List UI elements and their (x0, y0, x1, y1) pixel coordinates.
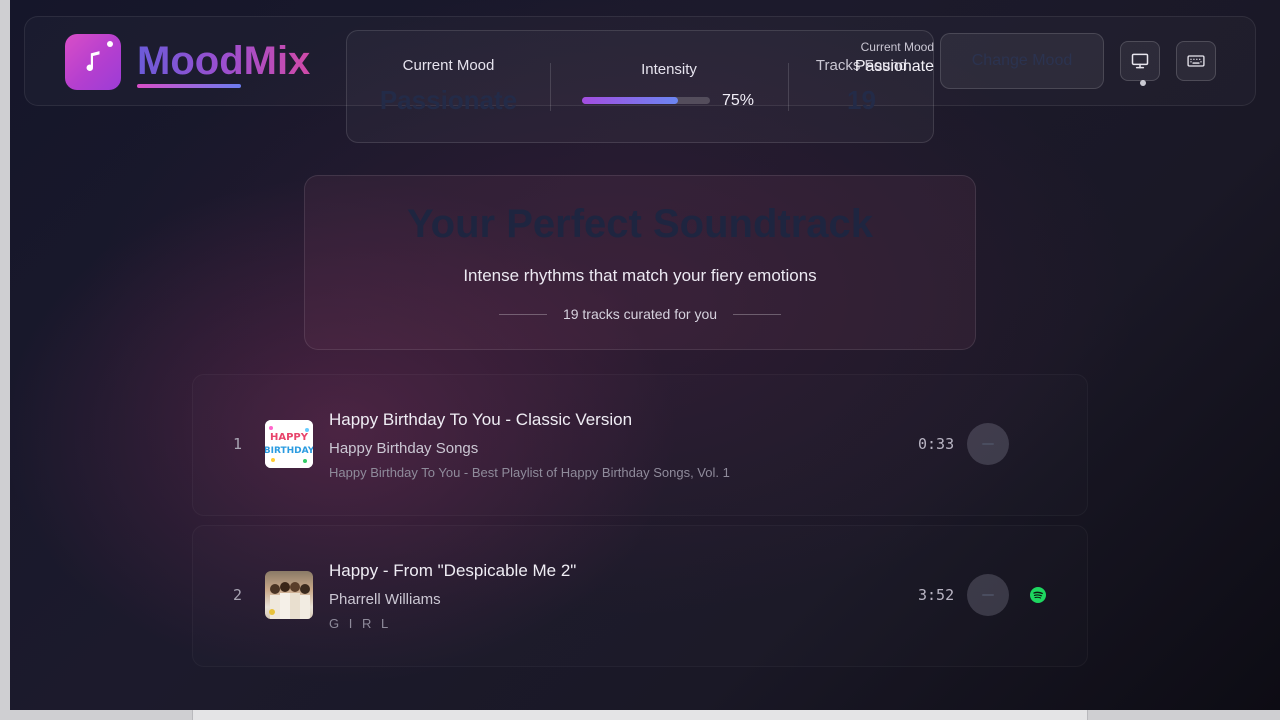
music-note-icon (86, 51, 100, 72)
tracks-found-value: 19 (847, 85, 876, 115)
birthday-art-icon: HAPPY BIRTHDAY (265, 420, 313, 468)
mood-stats-panel: Current Mood Passionate Intensity 75% Tr… (346, 30, 934, 143)
group-photo-icon (269, 582, 310, 619)
track-row[interactable]: 1 HAPPY BIRTHDAY Happy Birthday To You -… (192, 374, 1088, 516)
album-art: HAPPY BIRTHDAY (265, 420, 313, 468)
brand-name: MoodMix (137, 39, 311, 83)
hero-track-count: 19 tracks curated for you (562, 306, 718, 322)
brand-underline (137, 84, 241, 88)
track-album: G I R L (329, 616, 392, 631)
hero-subtitle: Intense rhythms that match your fiery em… (463, 266, 817, 285)
track-artist: Pharrell Williams (329, 591, 441, 608)
intensity-stat: Intensity 75% (550, 31, 788, 144)
hero-count-row: 19 tracks curated for you (305, 306, 975, 322)
intensity-bar (582, 97, 710, 104)
soundtrack-hero-card: Your Perfect Soundtrack Intense rhythms … (304, 175, 976, 350)
play-button[interactable] (967, 574, 1009, 616)
hero-title: Your Perfect Soundtrack (406, 202, 874, 246)
track-artist: Happy Birthday Songs (329, 440, 479, 457)
intensity-label: Intensity (641, 61, 697, 78)
album-art (265, 571, 313, 619)
keyboard-icon (1187, 55, 1205, 67)
page-bottom-edge (192, 710, 1088, 720)
hero-divider-right (733, 313, 782, 315)
display-mode-button[interactable] (1120, 41, 1160, 81)
current-mood-value: Passionate (379, 85, 518, 115)
play-button[interactable] (967, 423, 1009, 465)
minus-icon (982, 594, 994, 596)
track-row[interactable]: 2 Happy - From "Despicable Me 2" Pharrel… (192, 525, 1088, 667)
spotify-waves-icon (1033, 591, 1043, 599)
logo-dot (107, 41, 113, 47)
track-album: Happy Birthday To You - Best Playlist of… (329, 465, 730, 480)
change-mood-button[interactable]: Change Mood (940, 33, 1104, 89)
track-title: Happy Birthday To You - Classic Version (329, 410, 633, 429)
monitor-icon (1131, 53, 1149, 69)
track-number: 2 (233, 586, 243, 604)
track-number: 1 (233, 435, 243, 453)
keyboard-shortcuts-button[interactable] (1176, 41, 1216, 81)
hero-divider-left (498, 313, 547, 315)
intensity-bar-fill (582, 97, 678, 104)
track-duration: 3:52 (918, 586, 955, 604)
svg-text:BIRTHDAY: BIRTHDAY (265, 446, 313, 456)
track-duration: 0:33 (918, 435, 955, 453)
spotify-icon[interactable] (1030, 587, 1046, 603)
current-mood-tooltip: Current Mood Passionate (855, 40, 934, 76)
app-viewport: MoodMix Current Mood Passionate Intensit… (10, 0, 1280, 710)
svg-text:HAPPY: HAPPY (270, 432, 309, 443)
intensity-percent: 75% (722, 92, 755, 109)
logo-tile (65, 34, 121, 90)
tooltip-label: Current Mood (860, 40, 934, 54)
current-mood-label: Current Mood (402, 57, 495, 74)
track-title: Happy - From "Despicable Me 2" (329, 561, 577, 580)
current-mood-stat: Current Mood Passionate (347, 31, 550, 144)
minus-icon (982, 443, 994, 445)
tooltip-value: Passionate (854, 58, 934, 75)
